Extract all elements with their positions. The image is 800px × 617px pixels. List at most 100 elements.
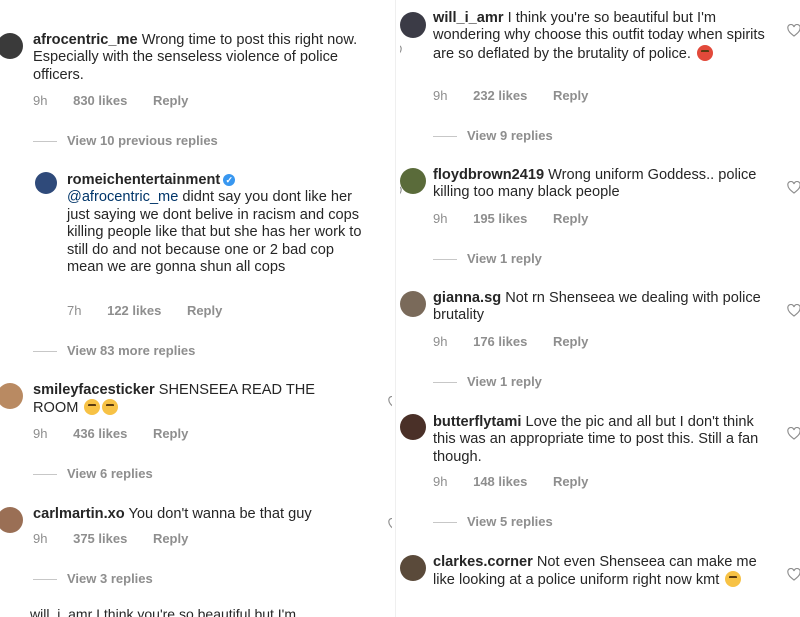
reply-button[interactable]: Reply (553, 334, 588, 349)
replies-line (433, 136, 457, 138)
comment-text: afrocentric_me Wrong time to post this r… (33, 32, 368, 84)
username[interactable]: smileyfacesticker (33, 382, 155, 398)
username[interactable]: clarkes.corner (433, 554, 533, 570)
timestamp: 9h (33, 426, 48, 441)
reply-button[interactable]: Reply (553, 474, 588, 489)
comment-meta: 9h 176 likes Reply (433, 334, 610, 349)
view-replies-label: View 1 reply (467, 251, 542, 266)
comment-meta: 7h 122 likes Reply (67, 303, 244, 318)
avatar[interactable] (0, 383, 23, 409)
replies-line (33, 351, 57, 353)
column-divider (395, 0, 396, 617)
view-replies-button[interactable]: View 9 replies (433, 128, 553, 143)
heart-icon[interactable] (400, 186, 402, 199)
heart-icon[interactable] (787, 181, 800, 194)
comment-text: gianna.sg Not rn Shenseea we dealing wit… (433, 290, 773, 325)
timestamp: 9h (33, 531, 48, 546)
view-replies-label: View 5 replies (467, 514, 553, 529)
left-comments-column: afrocentric_me Wrong time to post this r… (0, 0, 392, 617)
timestamp: 9h (433, 474, 448, 489)
heart-icon[interactable] (787, 427, 800, 440)
timestamp: 9h (433, 88, 448, 103)
comment-text: butterflytami Love the pic and all but I… (433, 414, 773, 466)
likes-count[interactable]: 176 likes (473, 334, 527, 349)
username[interactable]: gianna.sg (433, 290, 501, 306)
mention-link[interactable]: @afrocentric_me (67, 189, 178, 205)
avatar[interactable] (0, 33, 23, 59)
likes-count[interactable]: 148 likes (473, 474, 527, 489)
comment-meta: 9h 148 likes Reply (433, 474, 610, 489)
avatar[interactable] (35, 172, 57, 194)
timestamp: 9h (433, 211, 448, 226)
view-replies-button[interactable]: View 6 replies (33, 466, 153, 481)
comment-meta: 9h 195 likes Reply (433, 211, 610, 226)
username[interactable]: carlmartin.xo (33, 506, 125, 522)
avatar[interactable] (400, 414, 426, 440)
heart-icon[interactable] (787, 568, 800, 581)
comment-text: carlmartin.xo You don't wanna be that gu… (33, 506, 373, 523)
reply-button[interactable]: Reply (553, 211, 588, 226)
replies-line (33, 579, 57, 581)
avatar[interactable] (400, 555, 426, 581)
view-replies-label: View 10 previous replies (67, 133, 218, 148)
likes-count[interactable]: 375 likes (73, 531, 127, 546)
heart-icon[interactable] (388, 518, 392, 531)
avatar[interactable] (0, 507, 23, 533)
view-replies-button[interactable]: View 10 previous replies (33, 133, 218, 148)
replies-line (33, 141, 57, 143)
avatar[interactable] (400, 12, 426, 38)
reply-button[interactable]: Reply (187, 303, 222, 318)
comment-meta: 9h 232 likes Reply (433, 88, 610, 103)
reply-button[interactable]: Reply (153, 93, 188, 108)
view-replies-button[interactable]: View 1 reply (433, 251, 542, 266)
crying-laughing-emoji-icon (84, 399, 101, 416)
avatar[interactable] (400, 291, 426, 317)
angry-face-emoji-icon (697, 44, 714, 61)
comment-meta: 9h 830 likes Reply (33, 93, 210, 108)
view-replies-button[interactable]: View 5 replies (433, 514, 553, 529)
unamused-face-emoji-icon (725, 571, 742, 588)
view-replies-button[interactable]: View 3 replies (33, 571, 153, 586)
comment-text: clarkes.corner Not even Shenseea can mak… (433, 554, 773, 590)
view-replies-label: View 1 reply (467, 374, 542, 389)
view-replies-label: View 9 replies (467, 128, 553, 143)
comment-meta: 9h 436 likes Reply (33, 426, 210, 441)
view-replies-label: View 3 replies (67, 571, 153, 586)
crying-laughing-emoji-icon (102, 399, 119, 416)
username[interactable]: floydbrown2419 (433, 167, 544, 183)
likes-count[interactable]: 195 likes (473, 211, 527, 226)
cut-off-comment: will_i_amr I think you're so beautiful b… (30, 606, 297, 617)
heart-icon[interactable] (787, 24, 800, 37)
timestamp: 9h (33, 93, 48, 108)
heart-icon[interactable] (400, 45, 402, 58)
comment-text: floydbrown2419 Wrong uniform Goddess.. p… (433, 167, 773, 202)
view-replies-label: View 6 replies (67, 466, 153, 481)
replies-line (433, 259, 457, 261)
username[interactable]: will_i_amr (433, 10, 504, 26)
comment-text: romeichentertainment ✓ @afrocentric_me di… (67, 172, 367, 276)
username[interactable]: butterflytami (433, 414, 521, 430)
likes-count[interactable]: 122 likes (107, 303, 161, 318)
heart-icon[interactable] (388, 396, 392, 409)
timestamp: 7h (67, 303, 82, 318)
heart-icon[interactable] (787, 304, 800, 317)
username[interactable]: afrocentric_me (33, 32, 138, 48)
likes-count[interactable]: 232 likes (473, 88, 527, 103)
view-replies-button[interactable]: View 1 reply (433, 374, 542, 389)
reply-button[interactable]: Reply (153, 426, 188, 441)
reply-button[interactable]: Reply (553, 88, 588, 103)
view-replies-button[interactable]: View 83 more replies (33, 343, 195, 358)
replies-line (433, 522, 457, 524)
verified-badge-icon: ✓ (223, 174, 236, 186)
view-replies-label: View 83 more replies (67, 343, 196, 358)
likes-count[interactable]: 830 likes (73, 93, 127, 108)
username[interactable]: romeichentertainment (67, 172, 220, 188)
avatar[interactable] (400, 168, 426, 194)
replies-line (33, 474, 57, 476)
right-comments-column: will_i_amr I think you're so beautiful b… (400, 0, 800, 617)
reply-button[interactable]: Reply (153, 531, 188, 546)
comment-text: smileyfacesticker SHENSEEA READ THE ROOM (33, 382, 333, 418)
likes-count[interactable]: 436 likes (73, 426, 127, 441)
comment-text: will_i_amr I think you're so beautiful b… (433, 10, 773, 63)
replies-line (433, 382, 457, 384)
